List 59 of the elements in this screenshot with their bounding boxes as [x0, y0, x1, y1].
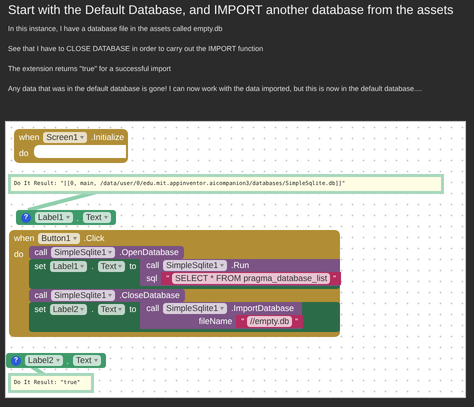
method-name: .Run: [231, 260, 250, 270]
caret-icon: [56, 359, 60, 362]
quote-mark: ": [166, 274, 170, 282]
block-keyword: call: [34, 247, 48, 257]
block-keyword: do: [19, 148, 28, 158]
component-dropdown[interactable]: SimpleSqlite1: [163, 260, 228, 270]
post-title: Start with the Default Database, and IMPORT another database from the assets: [8, 3, 454, 17]
block-keyword: set: [34, 261, 46, 271]
caret-icon: [220, 264, 224, 266]
event-name: .Click: [84, 233, 104, 243]
caret-icon: [94, 359, 98, 362]
component-dropdown[interactable]: Label2: [25, 355, 63, 366]
component-dropdown[interactable]: Button1: [38, 232, 80, 244]
argument-name: sql: [146, 273, 158, 283]
caret-icon: [80, 264, 84, 268]
text-field[interactable]: SELECT * FROM pragma_database_list: [172, 272, 330, 284]
block-keyword: set: [34, 304, 46, 314]
method-name: .CloseDatabase: [119, 290, 180, 300]
quote-mark: ": [241, 316, 244, 326]
dot-separator: .: [91, 261, 94, 271]
property-dropdown[interactable]: Text: [72, 355, 100, 366]
block-keyword: when: [14, 233, 34, 243]
caret-icon: [118, 264, 122, 268]
property-dropdown[interactable]: Text: [98, 260, 126, 272]
dot-separator: .: [91, 304, 94, 314]
quote-mark: ": [295, 316, 298, 326]
property-dropdown[interactable]: Text: [98, 304, 126, 314]
component-dropdown[interactable]: Label1: [35, 212, 73, 223]
component-dropdown[interactable]: Label2: [50, 304, 88, 314]
component-dropdown[interactable]: Screen1: [43, 132, 87, 142]
block-keyword: to: [129, 304, 136, 314]
caret-icon: [66, 216, 70, 219]
block-keyword: call: [34, 290, 48, 300]
dot-separator: .: [76, 212, 79, 222]
method-name: .ImportDatabase: [231, 303, 294, 313]
method-name: .OpenDatabase: [119, 247, 179, 257]
dot-separator: .: [66, 356, 69, 366]
caret-icon: [108, 294, 112, 296]
caret-icon: [220, 306, 224, 310]
quote-mark: ": [333, 274, 336, 282]
block-keyword: call: [146, 260, 160, 270]
property-dropdown[interactable]: Text: [82, 212, 110, 223]
caret-icon: [72, 236, 77, 240]
caret-icon: [108, 250, 112, 254]
component-dropdown[interactable]: Label1: [50, 260, 88, 272]
component-dropdown[interactable]: SimpleSqlite1: [51, 246, 116, 258]
block-keyword: to: [129, 261, 136, 271]
block-keyword: when: [19, 132, 40, 142]
caret-icon: [80, 136, 84, 138]
block-keyword: call: [146, 303, 160, 313]
caret-icon: [104, 216, 108, 219]
argument-name: fileName: [198, 316, 232, 326]
text-field[interactable]: //empty.db: [247, 316, 292, 326]
component-dropdown[interactable]: SimpleSqlite1: [51, 290, 116, 300]
event-name: .Initialize: [91, 132, 124, 142]
caret-icon: [80, 308, 84, 310]
component-dropdown[interactable]: SimpleSqlite1: [163, 302, 228, 314]
caret-icon: [118, 308, 122, 310]
block-keyword: do: [14, 248, 24, 258]
